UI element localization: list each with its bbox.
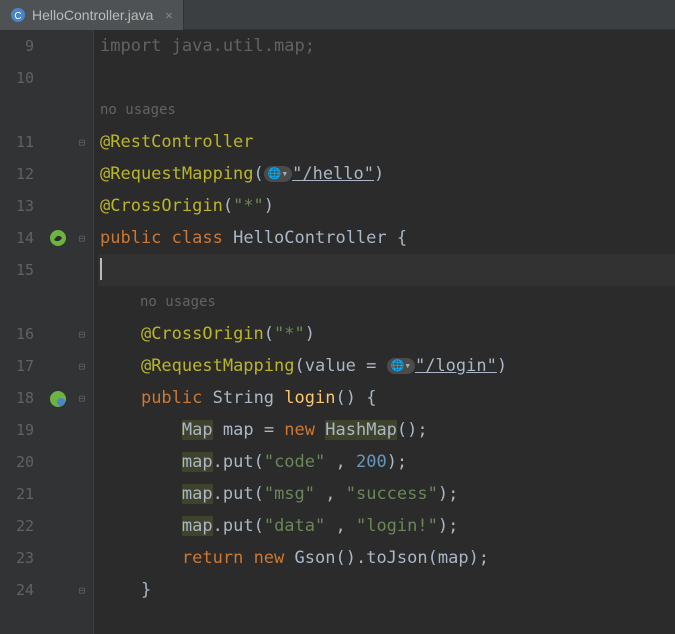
line-number[interactable]: 12 xyxy=(0,158,34,190)
tab-filename: HelloController.java xyxy=(32,7,153,23)
code-area[interactable]: import java.util.map; no usages @RestCon… xyxy=(94,30,675,634)
web-icon: 🌐▾ xyxy=(387,358,415,374)
line-number[interactable]: 19 xyxy=(0,414,34,446)
code-line: import java.util.map; xyxy=(98,30,675,62)
line-number[interactable]: 9 xyxy=(0,30,34,62)
code-line: public class HelloController { xyxy=(98,222,675,254)
code-line xyxy=(98,254,675,286)
usage-hint[interactable]: no usages xyxy=(98,286,675,318)
code-line: @CrossOrigin("*") xyxy=(98,190,675,222)
code-line: map.put("code" , 200); xyxy=(98,446,675,478)
code-line: map.put("msg" , "success"); xyxy=(98,478,675,510)
fold-icon[interactable]: ⊟ xyxy=(76,360,88,373)
line-number[interactable]: 24 xyxy=(0,574,34,606)
code-line: @RestController xyxy=(98,126,675,158)
web-icon: 🌐▾ xyxy=(264,166,292,182)
line-number[interactable]: 10 xyxy=(0,62,34,94)
fold-icon[interactable]: ⊟ xyxy=(76,584,88,597)
fold-gutter: ⊟ ⊟ ⊟ ⊟ ⊟ ⊟ xyxy=(72,30,94,634)
spring-bean-icon[interactable] xyxy=(49,229,67,247)
fold-icon[interactable]: ⊟ xyxy=(76,328,88,341)
line-number[interactable]: 13 xyxy=(0,190,34,222)
line-number[interactable]: 17 xyxy=(0,350,34,382)
code-line: @RequestMapping(🌐▾"/hello") xyxy=(98,158,675,190)
close-icon[interactable]: ✕ xyxy=(165,8,172,22)
java-class-icon: C xyxy=(10,7,26,23)
line-number[interactable]: 21 xyxy=(0,478,34,510)
line-number[interactable]: 15 xyxy=(0,254,34,286)
fold-icon[interactable]: ⊟ xyxy=(76,392,88,405)
line-number[interactable]: 20 xyxy=(0,446,34,478)
fold-icon[interactable]: ⊟ xyxy=(76,136,88,149)
editor-tab[interactable]: C HelloController.java ✕ xyxy=(0,0,184,30)
code-editor[interactable]: 9 10 11 12 13 14 15 16 17 18 19 20 21 22… xyxy=(0,30,675,634)
code-line: } xyxy=(98,574,675,606)
code-line: return new Gson().toJson(map); xyxy=(98,542,675,574)
line-number[interactable]: 11 xyxy=(0,126,34,158)
line-number[interactable]: 16 xyxy=(0,318,34,350)
code-line: map.put("data" , "login!"); xyxy=(98,510,675,542)
gutter-markers xyxy=(44,30,72,634)
svg-text:C: C xyxy=(14,11,21,22)
code-line: public String login() { xyxy=(98,382,675,414)
fold-icon[interactable]: ⊟ xyxy=(76,232,88,245)
line-number[interactable]: 18 xyxy=(0,382,34,414)
line-number[interactable]: 22 xyxy=(0,510,34,542)
code-line: @RequestMapping(value = 🌐▾"/login") xyxy=(98,350,675,382)
code-line: Map map = new HashMap(); xyxy=(98,414,675,446)
line-number-gutter: 9 10 11 12 13 14 15 16 17 18 19 20 21 22… xyxy=(0,30,44,634)
line-number[interactable]: 23 xyxy=(0,542,34,574)
code-line xyxy=(98,62,675,94)
text-caret xyxy=(100,258,102,280)
usage-hint[interactable]: no usages xyxy=(98,94,675,126)
spring-request-icon[interactable] xyxy=(49,390,67,408)
line-number[interactable]: 14 xyxy=(0,222,34,254)
code-line: @CrossOrigin("*") xyxy=(98,318,675,350)
tab-bar: C HelloController.java ✕ xyxy=(0,0,675,30)
